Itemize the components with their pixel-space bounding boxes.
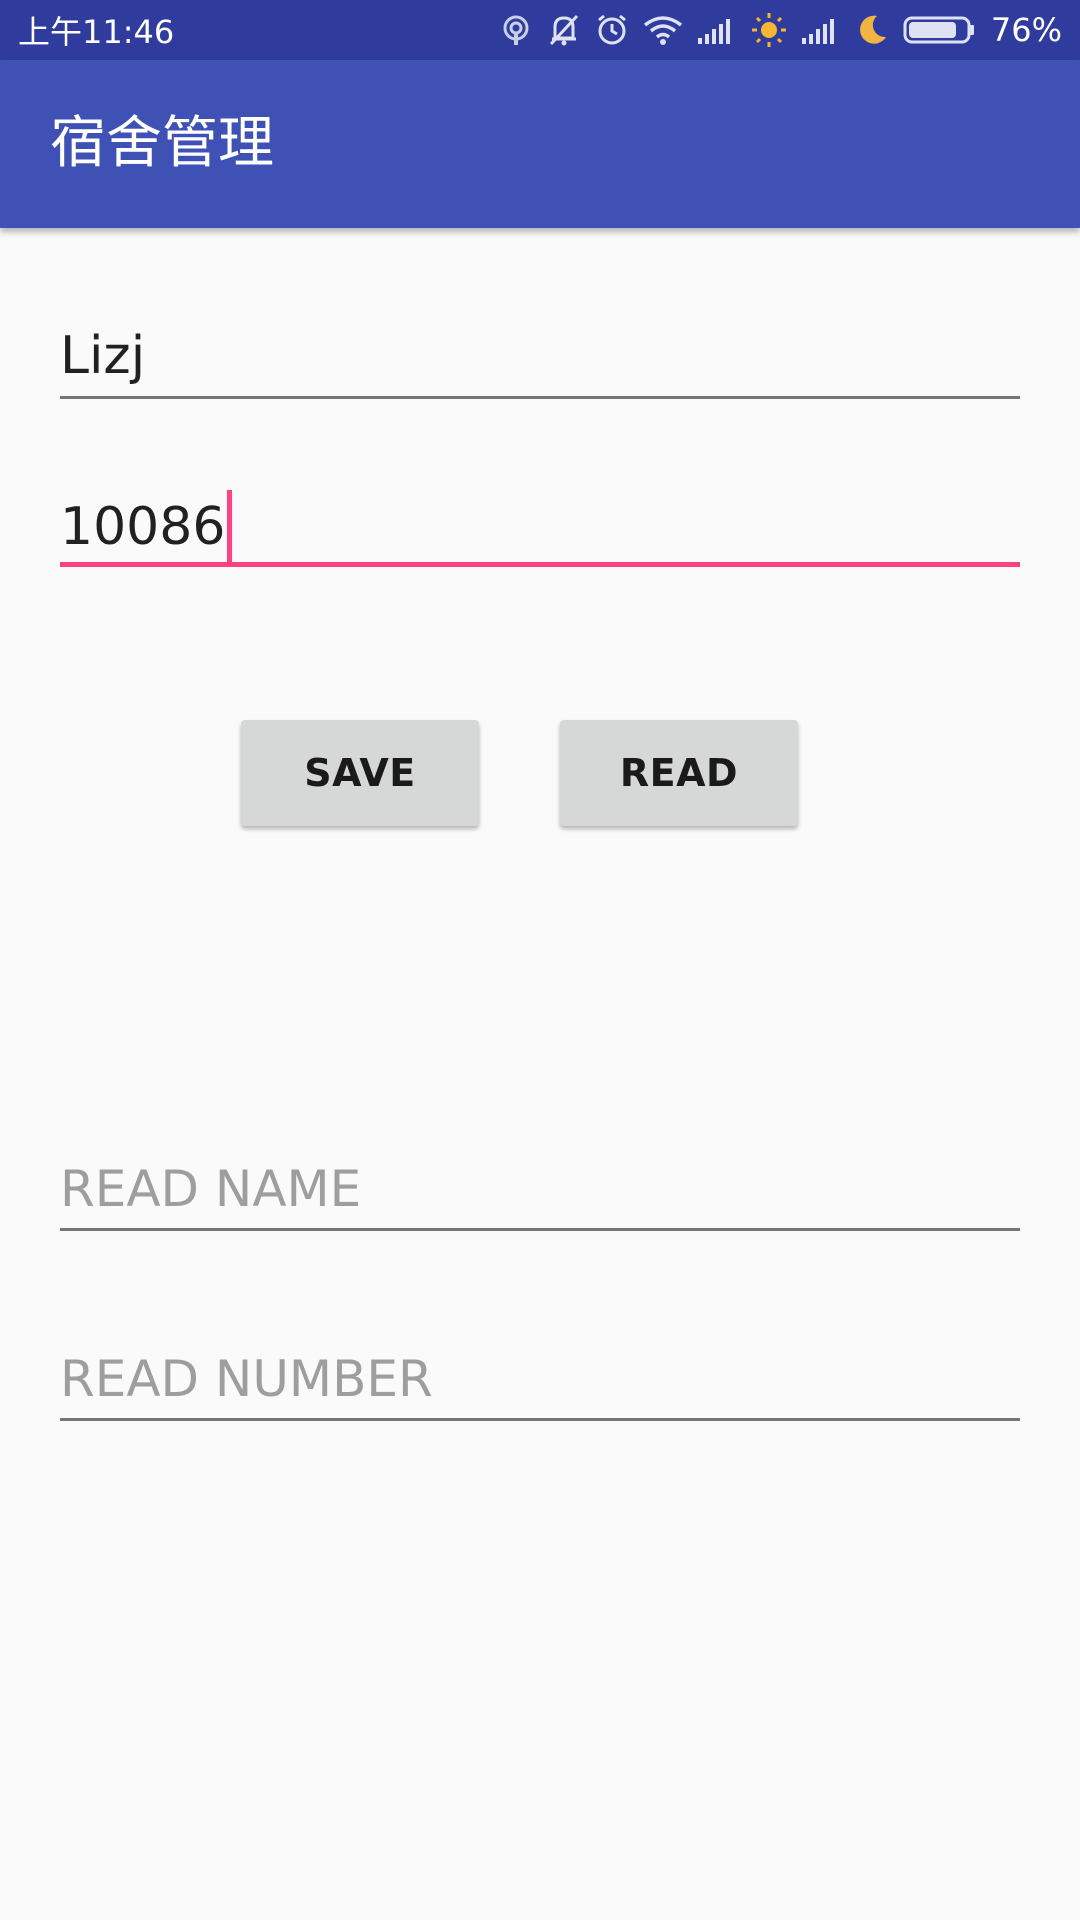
status-time: 上午11:46	[18, 13, 175, 51]
status-bar: 上午11:46 76%	[0, 0, 1080, 60]
number-input-underline	[60, 562, 1020, 567]
name-input-value: Lizj	[60, 326, 146, 386]
brightness-icon	[751, 12, 787, 48]
moon-icon	[855, 13, 889, 47]
signal-icon	[801, 16, 841, 44]
signal-icon	[697, 16, 737, 44]
text-cursor	[227, 490, 233, 562]
read-name-underline	[60, 1228, 1020, 1231]
number-input[interactable]: 10086	[60, 470, 1020, 570]
name-input-underline	[60, 396, 1020, 399]
read-number-field[interactable]: READ NUMBER	[60, 1350, 1020, 1422]
wifi-icon	[643, 15, 683, 45]
read-button[interactable]: READ	[560, 720, 798, 826]
battery-percent: 76%	[990, 11, 1062, 49]
alarm-icon	[595, 13, 629, 47]
name-input[interactable]: Lizj	[60, 318, 1020, 400]
save-button[interactable]: SAVE	[241, 720, 479, 826]
app-title: 宿舍管理	[50, 110, 274, 176]
read-number-underline	[60, 1418, 1020, 1421]
battery-icon	[903, 15, 977, 45]
number-input-content: 10086	[60, 490, 233, 566]
app-bar: 宿舍管理	[0, 60, 1080, 228]
number-input-value: 10086	[60, 497, 226, 557]
read-number-hint: READ NUMBER	[60, 1350, 433, 1408]
read-name-field[interactable]: READ NAME	[60, 1160, 1020, 1232]
status-icons: 76%	[499, 11, 1062, 49]
bell-off-icon	[547, 12, 581, 48]
read-name-hint: READ NAME	[60, 1160, 362, 1218]
hotspot-icon	[499, 13, 533, 47]
